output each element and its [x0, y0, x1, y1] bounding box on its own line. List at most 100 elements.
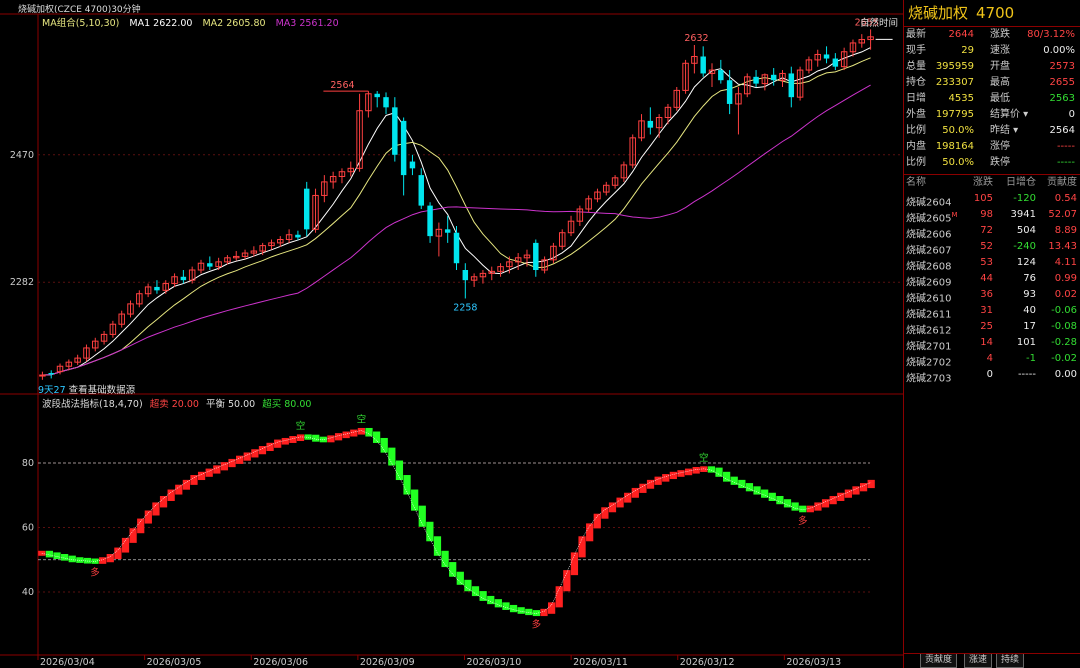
contract-row[interactable]: 烧碱2606 72 504 8.89	[904, 223, 1080, 240]
indicator-bar	[220, 462, 229, 471]
contract-change: 105	[973, 193, 993, 204]
contract-row[interactable]: 烧碱2612 25 17 -0.08	[904, 319, 1080, 336]
instrument-name: 烧碱加权	[908, 4, 969, 22]
candle-body	[718, 70, 724, 81]
sell-marker: 空	[357, 413, 367, 425]
quote-value: 0	[1068, 109, 1075, 120]
indicator-bar	[608, 502, 617, 513]
quote-value: 233307	[935, 77, 974, 88]
candle-body	[444, 229, 451, 233]
contract-contribution: -0.08	[1051, 321, 1077, 332]
indicator-bar	[456, 571, 464, 585]
quote-row: 内盘 198164 涨停 -----	[904, 139, 1080, 155]
quote-label: 最低	[990, 93, 1010, 104]
indicator-bar	[867, 479, 875, 489]
candle-body	[39, 374, 46, 377]
tab-speed[interactable]: 涨速	[964, 654, 993, 668]
indicator-bar	[144, 510, 152, 524]
indicator-bar	[372, 431, 381, 443]
indicator-bar	[738, 479, 746, 489]
quote-value: 4535	[948, 93, 974, 104]
candle-body	[180, 276, 187, 281]
foot-note-text[interactable]: 查看基础数据源	[69, 385, 136, 396]
chart-canvas[interactable]: 247022822564225826322655806040多空空多空多2026…	[0, 0, 903, 668]
indicator-bar	[745, 483, 754, 492]
indicator-bar	[312, 434, 320, 442]
contract-row[interactable]: 烧碱2611 31 40 -0.06	[904, 303, 1080, 320]
contract-row[interactable]: 烧碱2702 4 -1 -0.02	[904, 351, 1080, 368]
candle-body	[303, 188, 310, 230]
candle-body	[383, 97, 389, 108]
quote-row: 现手 29 速涨 0.00%	[904, 43, 1080, 59]
ma-legend-label: MA组合(5,10,30)	[42, 18, 120, 29]
contract-contribution: 0.54	[1054, 193, 1077, 204]
ma3-value: MA3 2561.20	[275, 18, 339, 29]
contract-contribution: 0.99	[1054, 273, 1077, 284]
indicator-tick-label: 40	[22, 587, 34, 598]
tab-continuous[interactable]: 持续	[996, 654, 1025, 668]
contract-row[interactable]: 烧碱2605M 98 3941 52.07	[904, 207, 1080, 224]
contract-oi-change: 3941	[1010, 209, 1036, 220]
candle-body	[462, 270, 469, 281]
chart-area[interactable]: 2470 2282 2564 2258 2632 2655 80 60 40 多空空多空多 2026…	[0, 0, 903, 668]
indicator-bar	[159, 495, 168, 508]
sell-marker: 空	[699, 452, 709, 464]
quote-title: 烧碱加权 4700	[904, 0, 1080, 27]
quote-label[interactable]: 昨结 ▾	[990, 123, 1018, 139]
indicator-bar	[837, 492, 845, 501]
contract-oi-change: 101	[1016, 337, 1036, 348]
contract-row[interactable]: 烧碱2701 14 101 -0.28	[904, 335, 1080, 352]
contract-oi-change: 124	[1016, 257, 1036, 268]
contract-contribution: 0.00	[1054, 369, 1077, 380]
contract-oi-change: -1	[1026, 353, 1036, 364]
contract-oi-change: -----	[1017, 369, 1036, 380]
header-oi-change: 日增仓	[1006, 177, 1036, 188]
contract-row[interactable]: 烧碱2607 52 -240 13.43	[904, 239, 1080, 256]
quote-row: 外盘 197795 结算价 ▾ 0	[904, 107, 1080, 123]
candle-body	[154, 286, 160, 291]
indicator-bar	[487, 595, 495, 605]
quote-value: 2655	[1049, 77, 1075, 88]
indicator-bar	[441, 550, 449, 568]
contract-row[interactable]: 烧碱2609 44 76 0.99	[904, 271, 1080, 288]
indicator-bar	[829, 495, 837, 505]
sell-marker: 空	[296, 420, 306, 432]
quote-value: 2644	[948, 29, 974, 40]
header-change: 涨跌	[973, 177, 993, 188]
contract-oi-change: 76	[1023, 273, 1036, 284]
candle-body	[788, 73, 795, 98]
candle-body	[453, 232, 460, 264]
quote-value: 29	[961, 45, 974, 56]
date-tick-label: 2026/03/11	[573, 657, 628, 668]
indicator-bar	[509, 604, 518, 613]
indicator-bar	[547, 602, 556, 614]
contract-row[interactable]: 烧碱2610 36 93 0.02	[904, 287, 1080, 304]
indicator-bar	[662, 474, 670, 482]
contract-contribution: 52.07	[1048, 209, 1077, 220]
indicator-tick-label: 80	[22, 458, 34, 469]
indicator-bar	[570, 552, 579, 576]
quote-value: 197795	[935, 109, 974, 120]
contract-row[interactable]: 烧碱2703 0 ----- 0.00	[904, 367, 1080, 384]
quote-label: 比例	[906, 125, 926, 136]
tab-contribution[interactable]: 贡献度	[920, 654, 958, 668]
quote-label: 外盘	[906, 109, 926, 120]
foot-note[interactable]: 9天27 查看基础数据源	[38, 382, 135, 396]
contract-row[interactable]: 烧碱2604 105 -120 0.54	[904, 191, 1080, 208]
indicator-bar	[45, 550, 54, 558]
indicator-name: 波段战法指标(18,4,70)	[42, 399, 143, 410]
quote-label: 涨跌	[990, 29, 1010, 40]
natural-time-label[interactable]: 自然时间	[860, 15, 898, 29]
indicator-bar	[114, 547, 122, 560]
quote-label: 跌停	[990, 157, 1010, 168]
quote-value: 80/3.12%	[1027, 29, 1075, 40]
indicator-bar	[106, 554, 114, 563]
quote-value: 2563	[1049, 93, 1075, 104]
indicator-bar	[707, 466, 716, 473]
quote-panel: 烧碱加权 4700 最新 2644 涨跌 80/3.12% 现手 29 速涨 0.00% 总量 39…	[903, 0, 1080, 668]
candle-body	[207, 263, 213, 267]
indicator-bar	[266, 442, 274, 452]
candle-body	[409, 161, 416, 169]
contract-row[interactable]: 烧碱2608 53 124 4.11	[904, 255, 1080, 272]
quote-label[interactable]: 结算价 ▾	[990, 107, 1028, 123]
